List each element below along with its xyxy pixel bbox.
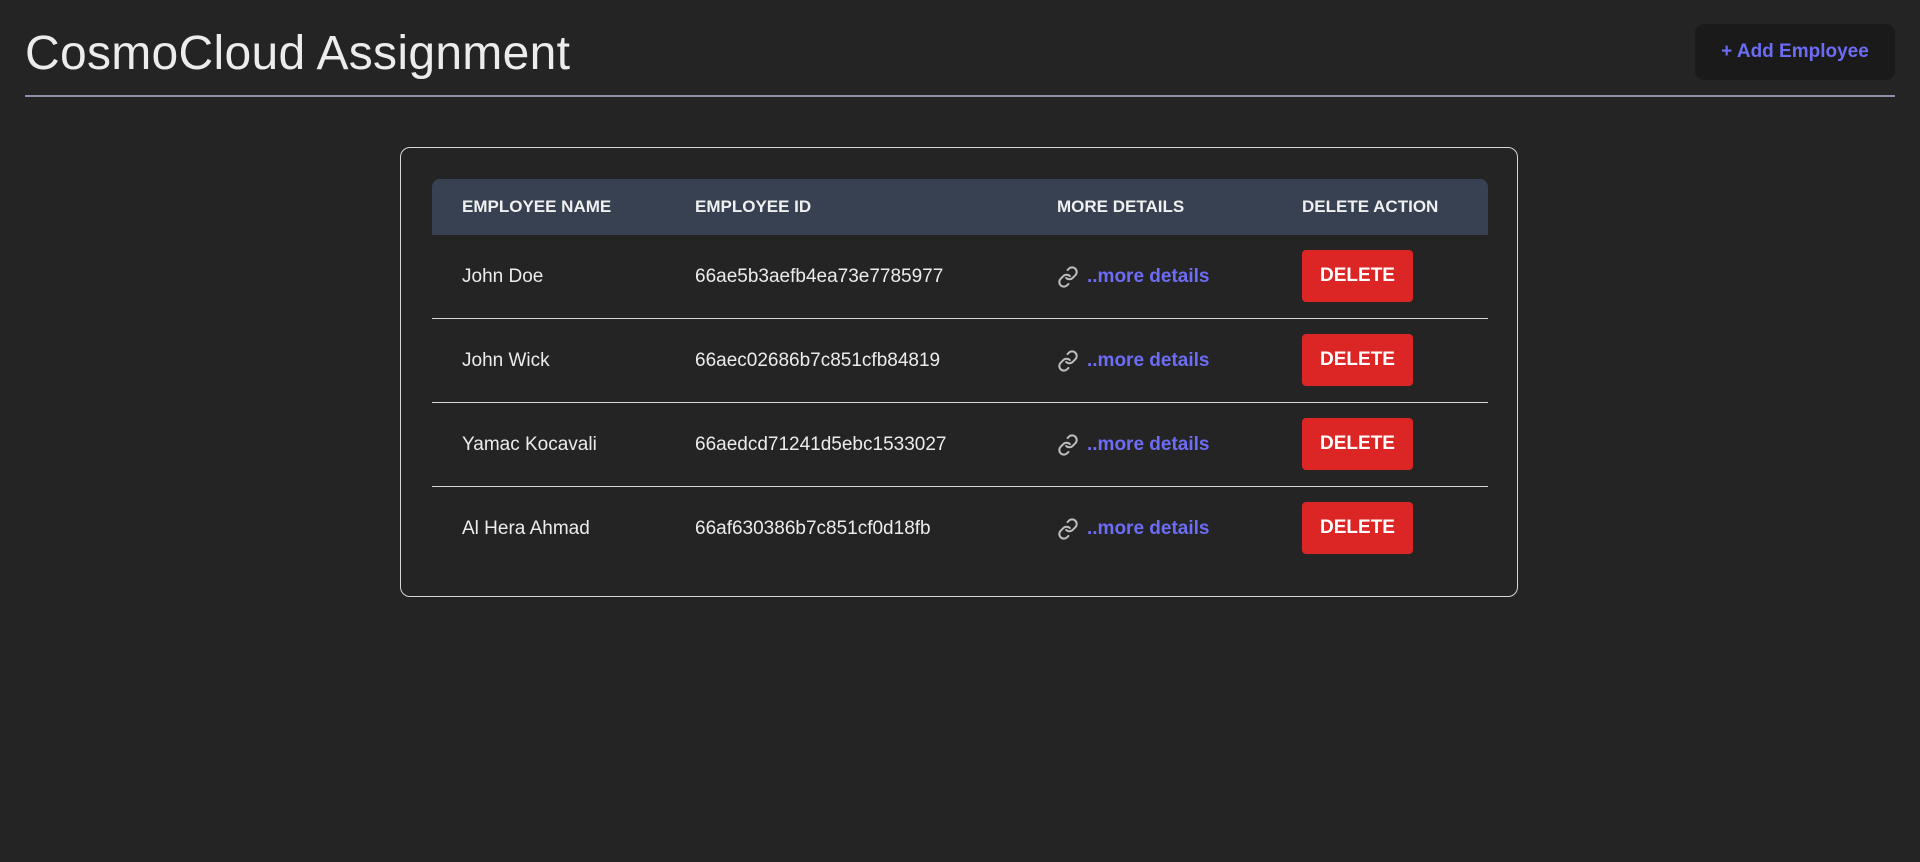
delete-button[interactable]: DELETE bbox=[1302, 502, 1413, 554]
more-details-link[interactable]: ..more details bbox=[1057, 487, 1210, 570]
employee-id-cell: 66aedcd71241d5ebc1533027 bbox=[695, 434, 947, 455]
more-details-label: ..more details bbox=[1087, 350, 1210, 371]
table-header: EMPLOYEE NAME EMPLOYEE ID MORE DETAILS D… bbox=[432, 179, 1488, 235]
column-header-delete-action: DELETE ACTION bbox=[1302, 197, 1439, 216]
employee-table: EMPLOYEE NAME EMPLOYEE ID MORE DETAILS D… bbox=[432, 179, 1488, 570]
employee-name-cell: John Doe bbox=[462, 266, 544, 287]
employee-name-cell: Yamac Kocavali bbox=[462, 434, 597, 455]
column-header-employee-name: EMPLOYEE NAME bbox=[462, 197, 612, 216]
table-row: Yamac Kocavali 66aedcd71241d5ebc1533027 … bbox=[432, 403, 1488, 487]
more-details-cell: ..more details bbox=[1057, 235, 1210, 318]
more-details-label: ..more details bbox=[1087, 518, 1210, 539]
employee-name-cell: John Wick bbox=[462, 350, 550, 371]
delete-button[interactable]: DELETE bbox=[1302, 418, 1413, 470]
column-header-more-details: MORE DETAILS bbox=[1057, 197, 1185, 216]
employee-table-card: EMPLOYEE NAME EMPLOYEE ID MORE DETAILS D… bbox=[400, 147, 1518, 597]
table-row: John Doe 66ae5b3aefb4ea73e7785977 ..more… bbox=[432, 235, 1488, 319]
more-details-label: ..more details bbox=[1087, 434, 1210, 455]
link-icon bbox=[1058, 265, 1078, 288]
column-header-employee-id: EMPLOYEE ID bbox=[695, 197, 812, 216]
delete-button[interactable]: DELETE bbox=[1302, 250, 1413, 302]
page: CosmoCloud Assignment + Add Employee EMP… bbox=[0, 0, 1920, 862]
employee-id-cell: 66ae5b3aefb4ea73e7785977 bbox=[695, 266, 944, 287]
employee-id-cell: 66af630386b7c851cf0d18fb bbox=[695, 518, 931, 539]
more-details-link[interactable]: ..more details bbox=[1057, 319, 1210, 402]
more-details-cell: ..more details bbox=[1057, 403, 1210, 486]
employee-id-cell: 66aec02686b7c851cfb84819 bbox=[695, 350, 941, 371]
link-icon bbox=[1058, 349, 1078, 372]
table-row: Al Hera Ahmad 66af630386b7c851cf0d18fb .… bbox=[432, 487, 1488, 570]
more-details-cell: ..more details bbox=[1057, 487, 1210, 570]
table-row: John Wick 66aec02686b7c851cfb84819 ..mor… bbox=[432, 319, 1488, 403]
link-icon bbox=[1058, 517, 1078, 540]
more-details-link[interactable]: ..more details bbox=[1057, 403, 1210, 486]
table-body: John Doe 66ae5b3aefb4ea73e7785977 ..more… bbox=[432, 235, 1488, 570]
more-details-link[interactable]: ..more details bbox=[1057, 235, 1210, 318]
more-details-label: ..more details bbox=[1087, 266, 1210, 287]
more-details-cell: ..more details bbox=[1057, 319, 1210, 402]
delete-button[interactable]: DELETE bbox=[1302, 334, 1413, 386]
link-icon bbox=[1058, 433, 1078, 456]
header: CosmoCloud Assignment + Add Employee bbox=[25, 0, 1895, 97]
add-employee-button[interactable]: + Add Employee bbox=[1695, 24, 1895, 80]
employee-name-cell: Al Hera Ahmad bbox=[462, 518, 590, 539]
page-title: CosmoCloud Assignment bbox=[25, 27, 571, 80]
